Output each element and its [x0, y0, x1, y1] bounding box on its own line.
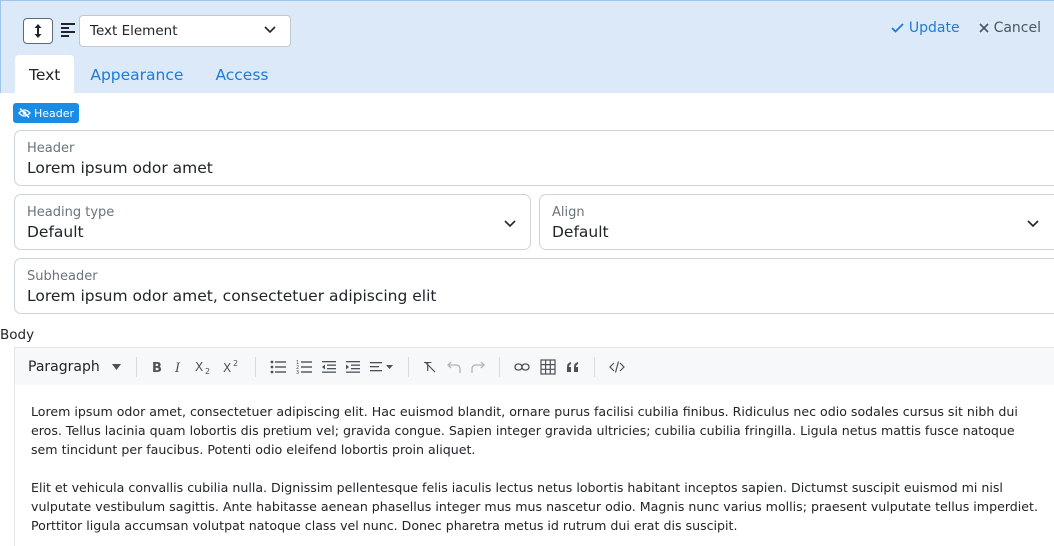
align-value: Default — [552, 223, 609, 241]
rich-text-toolbar: Paragraph B I X2 X2 123 T — [14, 347, 1054, 385]
update-label: Update — [908, 20, 960, 36]
indent-icon[interactable] — [345, 355, 360, 379]
subscript-icon[interactable]: X2 — [195, 355, 213, 379]
align-icon[interactable] — [369, 355, 394, 379]
table-icon[interactable] — [540, 355, 556, 379]
svg-text:T: T — [423, 360, 432, 373]
subheader-field-value: Lorem ipsum odor amet, consectetuer adip… — [27, 287, 437, 305]
svg-text:X: X — [223, 361, 231, 374]
body-paragraph: Elit et vehicula convallis cubilia nulla… — [31, 480, 1038, 533]
element-type-value: Text Element — [90, 23, 178, 39]
header-field-value: Lorem ipsum odor amet — [27, 159, 213, 177]
svg-text:I: I — [174, 361, 181, 374]
code-icon[interactable] — [608, 355, 625, 379]
element-type-select[interactable]: Text Element — [79, 15, 291, 47]
svg-text:B: B — [152, 361, 162, 374]
caret-down-icon — [111, 363, 121, 370]
heading-type-select[interactable]: Heading type Default — [14, 194, 531, 250]
body-label: Body — [0, 327, 35, 343]
numbered-list-icon[interactable]: 123 — [296, 355, 312, 379]
update-button[interactable]: Update — [891, 20, 960, 36]
tab-appearance[interactable]: Appearance — [74, 55, 199, 94]
superscript-icon[interactable]: X2 — [223, 355, 241, 379]
toolbar-divider — [593, 356, 595, 377]
tab-text[interactable]: Text — [15, 55, 75, 94]
undo-icon[interactable] — [446, 355, 461, 379]
edit-actions: Update Cancel — [891, 20, 1041, 36]
outdent-icon[interactable] — [321, 355, 336, 379]
cancel-label: Cancel — [993, 20, 1041, 36]
header-field[interactable]: Header Lorem ipsum odor amet — [14, 130, 1054, 186]
tab-access[interactable]: Access — [199, 55, 284, 94]
subheader-field[interactable]: Subheader Lorem ipsum odor amet, consect… — [14, 258, 1054, 314]
move-button[interactable] — [23, 18, 53, 44]
vertical-arrows-icon — [34, 24, 42, 38]
heading-type-value: Default — [27, 223, 84, 241]
svg-text:X: X — [195, 360, 203, 374]
svg-text:2: 2 — [233, 360, 238, 368]
text-lines-icon — [61, 23, 75, 37]
align-select[interactable]: Align Default — [539, 194, 1054, 250]
format-select-value: Paragraph — [28, 358, 100, 375]
bold-icon[interactable]: B — [151, 355, 163, 379]
format-select[interactable]: Paragraph — [15, 359, 121, 375]
header-field-label: Header — [27, 141, 75, 156]
quote-icon[interactable] — [566, 355, 580, 379]
clear-format-icon[interactable]: T — [423, 355, 437, 379]
tab-bar: Text Appearance Access — [15, 55, 285, 94]
heading-type-label: Heading type — [27, 205, 115, 220]
link-icon[interactable] — [514, 355, 530, 379]
italic-icon[interactable]: I — [173, 355, 185, 379]
close-icon — [978, 23, 989, 33]
redo-icon[interactable] — [471, 355, 485, 379]
svg-text:3: 3 — [296, 370, 299, 374]
toolbar-divider — [407, 356, 409, 377]
bullet-list-icon[interactable] — [270, 355, 286, 379]
editor-topbar: Text Element Update Cancel Text Appearan… — [0, 0, 1054, 94]
body-editor[interactable]: Lorem ipsum odor amet, consectetuer adip… — [14, 385, 1054, 546]
header-visibility-badge[interactable]: Header — [13, 103, 80, 123]
toolbar-divider — [135, 356, 137, 377]
toolbar-divider — [254, 356, 256, 377]
chevron-down-icon — [504, 220, 516, 228]
align-label: Align — [552, 205, 585, 220]
cancel-button[interactable]: Cancel — [978, 20, 1041, 36]
header-badge-label: Header — [34, 106, 75, 120]
toolbar-divider — [498, 356, 500, 377]
chevron-down-icon — [264, 26, 276, 34]
body-paragraph: Lorem ipsum odor amet, consectetuer adip… — [31, 404, 1018, 457]
svg-text:2: 2 — [205, 367, 210, 374]
chevron-down-icon — [1027, 220, 1039, 228]
subheader-field-label: Subheader — [27, 269, 98, 284]
check-icon — [891, 23, 904, 33]
eye-slash-icon — [18, 108, 31, 118]
